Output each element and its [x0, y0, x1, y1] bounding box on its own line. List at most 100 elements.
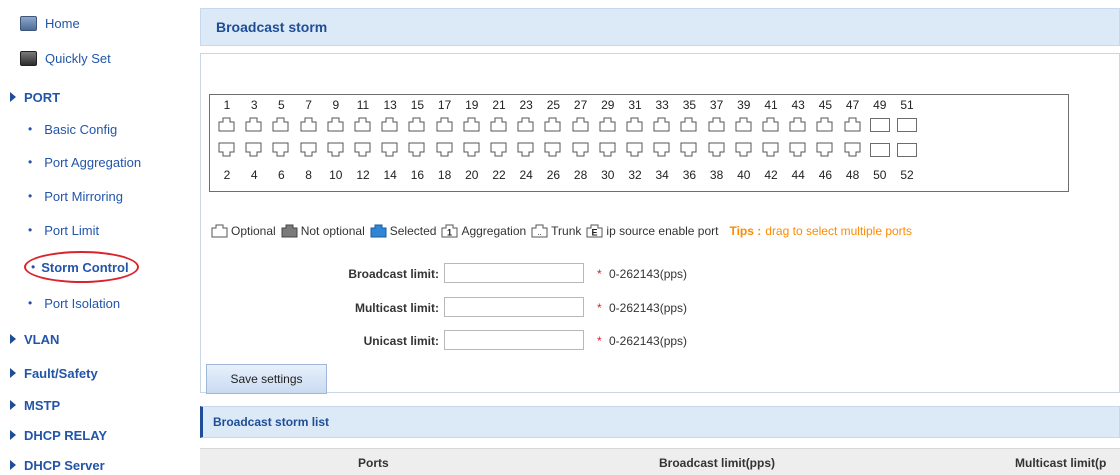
- port-icon[interactable]: [626, 142, 643, 157]
- port-icon[interactable]: [653, 117, 670, 132]
- nav-section-fault-safety[interactable]: Fault/Safety: [10, 362, 98, 384]
- nav-item-port-isolation[interactable]: • Port Isolation: [28, 292, 120, 314]
- port-icon[interactable]: [844, 117, 861, 132]
- port-legend: Optional Not optional Selected 1 Aggrega…: [211, 221, 912, 241]
- port-icon[interactable]: [680, 117, 697, 132]
- selected-port-icon: [370, 224, 387, 238]
- nav-section-mstp[interactable]: MSTP: [10, 394, 60, 416]
- arrow-right-icon: [10, 334, 16, 344]
- port-icon[interactable]: [517, 142, 534, 157]
- legend-not-optional: Not optional: [281, 224, 365, 238]
- port-icon[interactable]: [544, 117, 561, 132]
- sfp-port[interactable]: [869, 118, 890, 132]
- sfp-port[interactable]: [869, 143, 890, 157]
- port-icon[interactable]: [626, 117, 643, 132]
- ipsource-port-icon: E: [586, 224, 603, 238]
- port-icon[interactable]: [354, 142, 371, 157]
- port-icon[interactable]: [572, 117, 589, 132]
- arrow-down-icon: [10, 92, 16, 102]
- nav-item-port-mirroring[interactable]: • Port Mirroring: [28, 185, 123, 207]
- port-icon[interactable]: [300, 142, 317, 157]
- port-number: 42: [764, 168, 778, 182]
- port-icon[interactable]: [245, 117, 262, 132]
- port-number: 14: [383, 168, 397, 182]
- nav-section-dhcp-relay[interactable]: DHCP RELAY: [10, 424, 107, 446]
- port-icon[interactable]: [762, 142, 779, 157]
- nav-section-vlan[interactable]: VLAN: [10, 328, 59, 350]
- broadcast-limit-row: Broadcast limit: * 0-262143(pps): [201, 263, 901, 285]
- arrow-right-icon: [10, 400, 16, 410]
- port-icon[interactable]: [272, 142, 289, 157]
- required-mark: *: [597, 301, 602, 315]
- port-number: 3: [250, 98, 258, 112]
- port-icon[interactable]: [844, 142, 861, 157]
- port-icon[interactable]: [708, 142, 725, 157]
- port-icon[interactable]: [735, 117, 752, 132]
- port-icon[interactable]: [218, 117, 235, 132]
- port-icon[interactable]: [816, 142, 833, 157]
- port-icon[interactable]: [408, 142, 425, 157]
- nav-home-label: Home: [45, 15, 80, 31]
- port-icon[interactable]: [789, 117, 806, 132]
- port-icon[interactable]: [572, 142, 589, 157]
- legend-aggregation: 1 Aggregation: [441, 224, 526, 238]
- legend-selected: Selected: [370, 224, 437, 238]
- port-icon[interactable]: [463, 117, 480, 132]
- nav-section-dhcp-server[interactable]: DHCP Server: [10, 454, 105, 475]
- nav-item-label: Storm Control: [41, 259, 129, 275]
- nav-home[interactable]: Home: [20, 12, 80, 34]
- port-icon[interactable]: [490, 117, 507, 132]
- broadcast-limit-input[interactable]: [444, 263, 584, 283]
- port-icon[interactable]: [762, 117, 779, 132]
- nav-item-port-limit[interactable]: • Port Limit: [28, 219, 99, 241]
- port-icon[interactable]: [490, 142, 507, 157]
- port-icon[interactable]: [544, 142, 561, 157]
- port-icon[interactable]: [599, 142, 616, 157]
- required-mark: *: [597, 267, 602, 281]
- port-icon[interactable]: [816, 117, 833, 132]
- port-icon[interactable]: [735, 142, 752, 157]
- port-icon[interactable]: [517, 117, 534, 132]
- port-icon[interactable]: [708, 117, 725, 132]
- multicast-limit-input[interactable]: [444, 297, 584, 317]
- port-icon[interactable]: [327, 117, 344, 132]
- port-number: 21: [492, 98, 506, 112]
- nav-item-port-aggregation[interactable]: • Port Aggregation: [28, 151, 141, 173]
- save-settings-button[interactable]: Save settings: [206, 364, 327, 394]
- sfp-port[interactable]: [897, 118, 917, 132]
- col-header-multicast: Multicast limit(p: [1015, 456, 1107, 470]
- nav-item-storm-control[interactable]: • Storm Control: [31, 256, 129, 278]
- port-icon[interactable]: [245, 142, 262, 157]
- port-number: 13: [383, 98, 397, 112]
- col-header-ports: Ports: [358, 456, 389, 470]
- port-icon[interactable]: [436, 142, 453, 157]
- port-icon[interactable]: [218, 142, 235, 157]
- port-icon[interactable]: [272, 117, 289, 132]
- home-icon: [20, 15, 37, 31]
- legend-selected-label: Selected: [389, 224, 437, 238]
- port-icon[interactable]: [599, 117, 616, 132]
- bullet-icon: •: [28, 189, 33, 203]
- multicast-limit-row: Multicast limit: * 0-262143(pps): [201, 297, 901, 319]
- port-icon[interactable]: [653, 142, 670, 157]
- nav-section-port[interactable]: PORT: [10, 86, 60, 108]
- tips-text: drag to select multiple ports: [765, 224, 913, 238]
- port-icon[interactable]: [680, 142, 697, 157]
- port-icon[interactable]: [408, 117, 425, 132]
- port-icon[interactable]: [463, 142, 480, 157]
- nav-item-basic-config[interactable]: • Basic Config: [28, 118, 117, 140]
- port-icon[interactable]: [354, 117, 371, 132]
- port-icon[interactable]: [327, 142, 344, 157]
- nav-quickly-set[interactable]: Quickly Set: [20, 47, 111, 69]
- unicast-limit-input[interactable]: [444, 330, 584, 350]
- port-number: 38: [709, 168, 724, 182]
- port-icon[interactable]: [300, 117, 317, 132]
- port-icon[interactable]: [436, 117, 453, 132]
- port-icon[interactable]: [789, 142, 806, 157]
- port-number: 26: [546, 168, 561, 182]
- port-number: 23: [519, 98, 533, 112]
- port-icon[interactable]: [381, 142, 398, 157]
- sfp-port[interactable]: [897, 143, 917, 157]
- port-icon[interactable]: [381, 117, 398, 132]
- port-number: 15: [410, 98, 425, 112]
